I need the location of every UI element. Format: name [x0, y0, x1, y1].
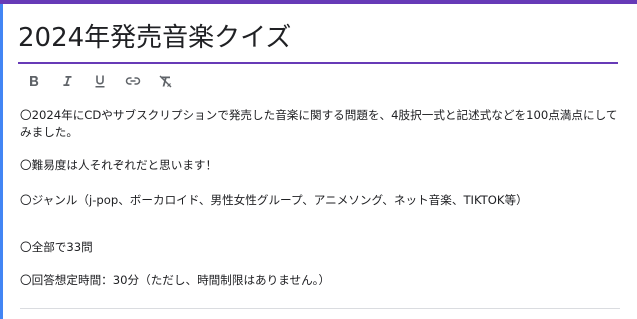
- description-line-difficulty: 〇難易度は人それぞれだと思います！: [20, 158, 218, 172]
- underline-button[interactable]: [83, 68, 116, 94]
- form-description[interactable]: 〇2024年にCDやサブスクリプションで発売した音楽に関する問題を、4肢択一式と…: [20, 107, 620, 289]
- formatting-toolbar: [17, 68, 182, 94]
- italic-icon: [62, 76, 71, 86]
- bold-icon: [29, 76, 38, 86]
- form-title-field[interactable]: 2024年発売音楽クイズ: [18, 19, 618, 64]
- form-header-card: 2024年発売音楽クイズ 〇2024年にCDやサブスクリプションで発売した音楽に…: [3, 4, 637, 319]
- underline-icon: [95, 75, 104, 87]
- link-icon: [125, 77, 140, 85]
- description-line-count: 〇全部で33問: [20, 240, 93, 254]
- description-line-release: 〇2024年にCDやサブスクリプションで発売した音楽に関する問題を、4肢択一式と…: [20, 108, 618, 139]
- description-line-genre: 〇ジャンル（j-pop、ボーカロイド、男性女性グループ、アニメソング、ネット音楽…: [20, 193, 528, 207]
- form-title[interactable]: 2024年発売音楽クイズ: [18, 19, 618, 57]
- bold-button[interactable]: [17, 68, 50, 94]
- italic-button[interactable]: [50, 68, 83, 94]
- clear-format-icon: [159, 75, 172, 87]
- link-button[interactable]: [116, 68, 149, 94]
- description-line-time: 〇回答想定時間：30分（ただし、時間制限はありません。）: [20, 273, 331, 287]
- clear-format-button[interactable]: [149, 68, 182, 94]
- description-divider: [20, 308, 620, 309]
